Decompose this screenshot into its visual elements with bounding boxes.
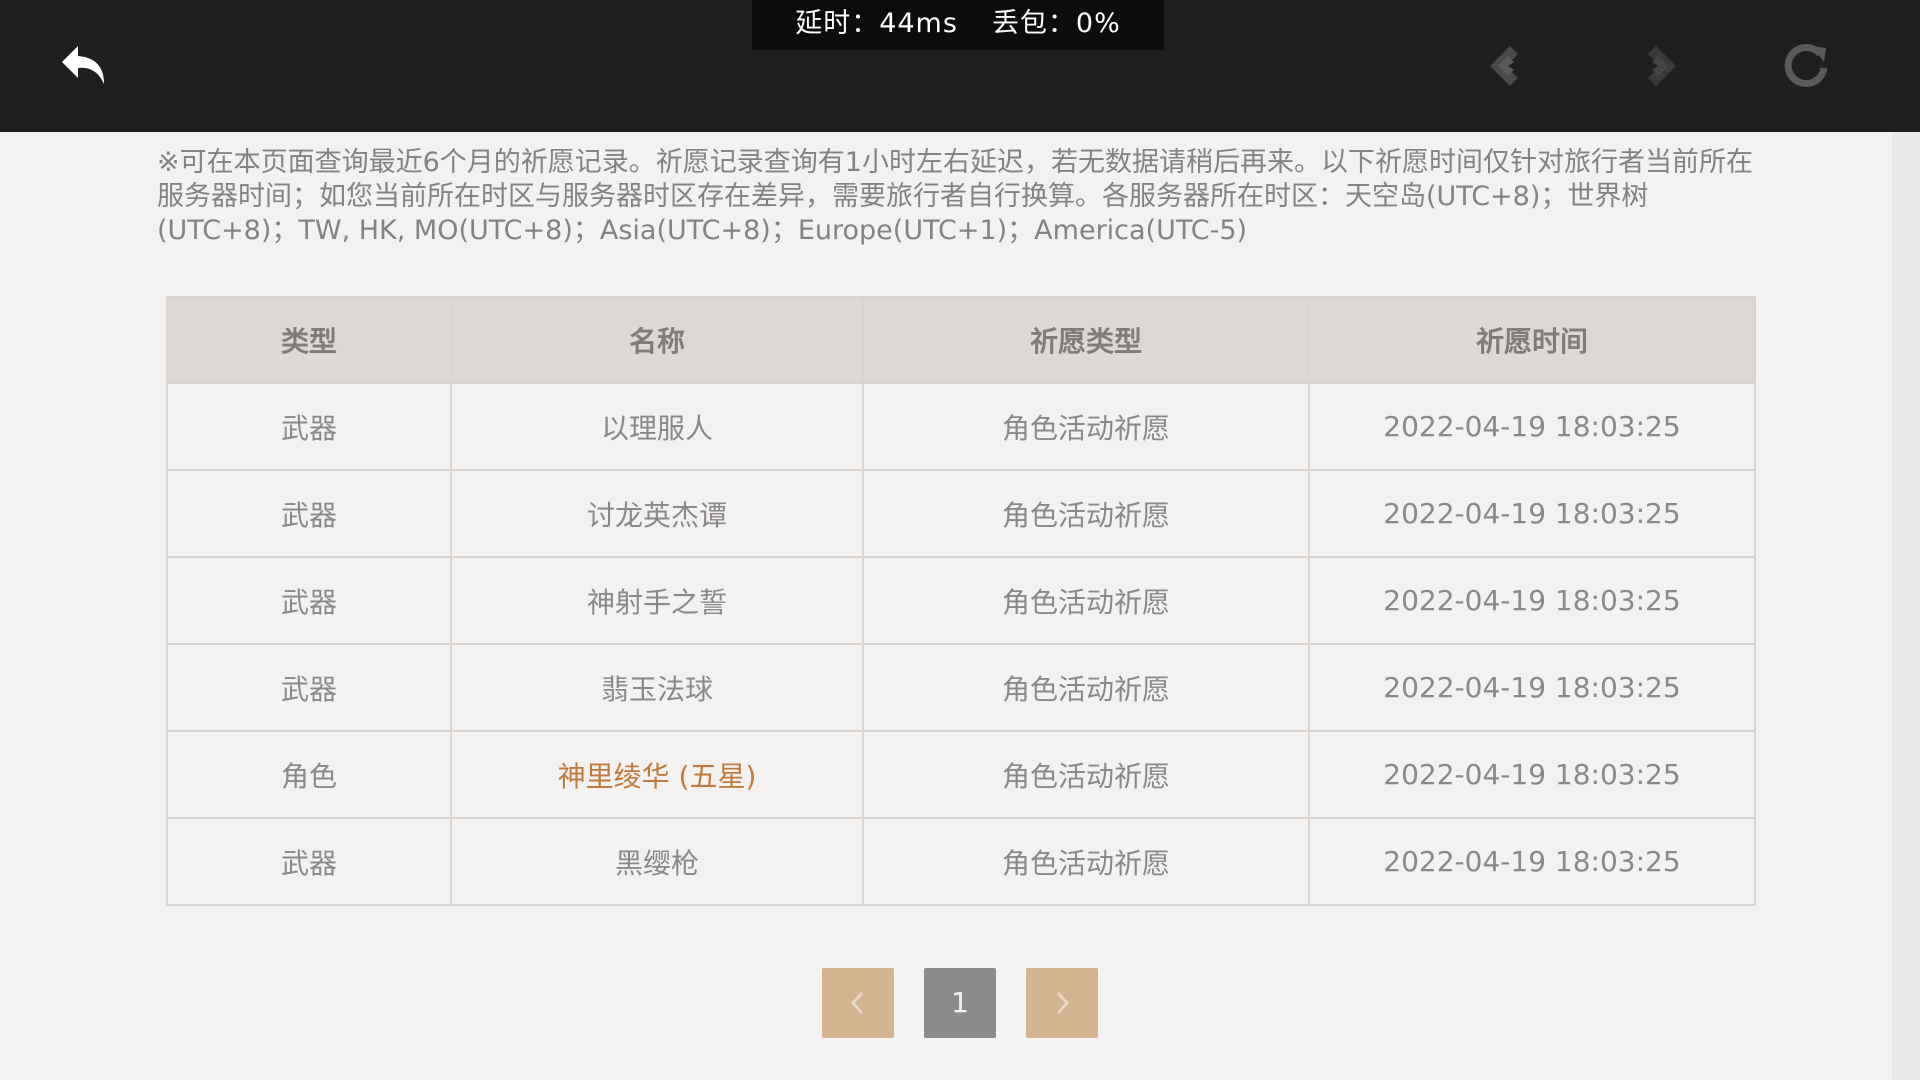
- cell-type: 武器: [166, 556, 452, 645]
- cell-wish-type: 角色活动祈愿: [862, 817, 1310, 906]
- prev-page-button[interactable]: [822, 968, 894, 1038]
- cell-name: 神射手之誓: [450, 556, 864, 645]
- next-diamond-icon[interactable]: [1632, 42, 1680, 90]
- cell-type: 武器: [166, 817, 452, 906]
- latency-label: 延时：44ms: [795, 8, 958, 39]
- refresh-icon[interactable]: [1780, 40, 1832, 92]
- header-name: 名称: [450, 296, 864, 384]
- table-row: 角色 神里绫华 (五星) 角色活动祈愿 2022-04-19 18:03:25: [166, 730, 1756, 819]
- cell-wish-type: 角色活动祈愿: [862, 469, 1310, 558]
- chevron-right-icon: [1056, 991, 1070, 1015]
- cell-wish-type: 角色活动祈愿: [862, 382, 1310, 471]
- cell-type: 角色: [166, 730, 452, 819]
- header-wish-type: 祈愿类型: [862, 296, 1310, 384]
- cell-wish-time: 2022-04-19 18:03:25: [1308, 730, 1756, 819]
- page-number-current[interactable]: 1: [924, 968, 996, 1038]
- notice-text: ※可在本页面查询最近6个月的祈愿记录。祈愿记录查询有1小时左右延迟，若无数据请稍…: [157, 147, 1753, 246]
- table-row: 武器 神射手之誓 角色活动祈愿 2022-04-19 18:03:25: [166, 556, 1756, 645]
- network-status: 延时：44ms 丢包：0%: [752, 0, 1164, 50]
- cell-wish-type: 角色活动祈愿: [862, 730, 1310, 819]
- cell-wish-time: 2022-04-19 18:03:25: [1308, 556, 1756, 645]
- table-header-row: 类型 名称 祈愿类型 祈愿时间: [166, 296, 1756, 384]
- prev-diamond-icon[interactable]: [1486, 42, 1534, 90]
- cell-name: 黑缨枪: [450, 817, 864, 906]
- wish-history-table: 类型 名称 祈愿类型 祈愿时间 武器 以理服人 角色活动祈愿 2022-04-1…: [166, 296, 1756, 906]
- cell-wish-time: 2022-04-19 18:03:25: [1308, 382, 1756, 471]
- top-toolbar: 延时：44ms 丢包：0%: [0, 0, 1920, 132]
- table-row: 武器 以理服人 角色活动祈愿 2022-04-19 18:03:25: [166, 382, 1756, 471]
- next-page-button[interactable]: [1026, 968, 1098, 1038]
- table-row: 武器 黑缨枪 角色活动祈愿 2022-04-19 18:03:25: [166, 817, 1756, 906]
- cell-wish-type: 角色活动祈愿: [862, 556, 1310, 645]
- cell-wish-time: 2022-04-19 18:03:25: [1308, 817, 1756, 906]
- cell-wish-type: 角色活动祈愿: [862, 643, 1310, 732]
- cell-type: 武器: [166, 469, 452, 558]
- cell-name: 翡玉法球: [450, 643, 864, 732]
- table-row: 武器 翡玉法球 角色活动祈愿 2022-04-19 18:03:25: [166, 643, 1756, 732]
- cell-type: 武器: [166, 382, 452, 471]
- chevron-left-icon: [850, 991, 864, 1015]
- back-arrow-icon[interactable]: [56, 38, 112, 94]
- cell-type: 武器: [166, 643, 452, 732]
- cell-name-five-star: 神里绫华 (五星): [450, 730, 864, 819]
- right-edge: [1892, 132, 1920, 1080]
- table-row: 武器 讨龙英杰谭 角色活动祈愿 2022-04-19 18:03:25: [166, 469, 1756, 558]
- cell-wish-time: 2022-04-19 18:03:25: [1308, 643, 1756, 732]
- header-type: 类型: [166, 296, 452, 384]
- packet-loss-label: 丢包：0%: [991, 8, 1121, 39]
- cell-name: 讨龙英杰谭: [450, 469, 864, 558]
- cell-name: 以理服人: [450, 382, 864, 471]
- header-wish-time: 祈愿时间: [1308, 296, 1756, 384]
- cell-wish-time: 2022-04-19 18:03:25: [1308, 469, 1756, 558]
